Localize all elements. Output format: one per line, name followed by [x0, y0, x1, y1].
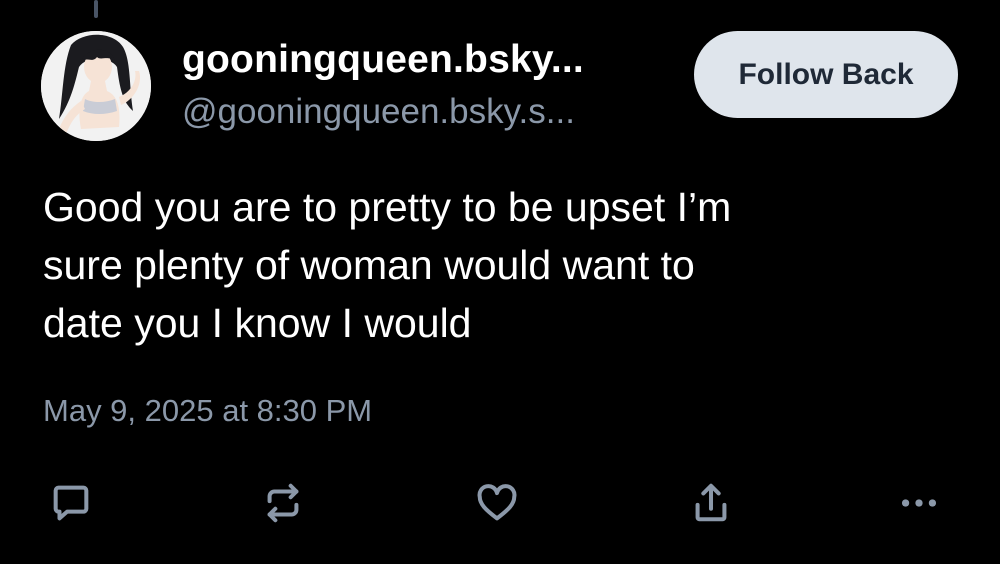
like-button[interactable]: [472, 478, 522, 528]
repost-button[interactable]: [258, 478, 308, 528]
author-display-name[interactable]: gooningqueen.bsky...: [182, 38, 584, 82]
more-options-button[interactable]: [894, 478, 944, 528]
reply-button[interactable]: [46, 478, 96, 528]
heart-icon: [477, 484, 517, 521]
post-text-line: Good you are to pretty to be upset I’m: [43, 184, 732, 230]
follow-back-button[interactable]: Follow Back: [694, 31, 958, 118]
avatar-image: [41, 31, 151, 141]
post-timestamp: May 9, 2025 at 8:30 PM: [43, 393, 373, 428]
share-icon: [695, 483, 727, 522]
share-button[interactable]: [686, 478, 736, 528]
reply-icon: [53, 485, 89, 521]
repost-icon: [267, 483, 299, 523]
more-icon: [901, 499, 937, 507]
avatar[interactable]: [41, 31, 151, 141]
thread-connector-line: [94, 0, 98, 18]
author-handle[interactable]: @gooningqueen.bsky.s...: [182, 92, 575, 132]
post-text-line: sure plenty of woman would want to: [43, 242, 695, 288]
post-text-line: date you I know I would: [43, 300, 472, 346]
post-text: Good you are to pretty to be upset I’m s…: [43, 178, 963, 352]
